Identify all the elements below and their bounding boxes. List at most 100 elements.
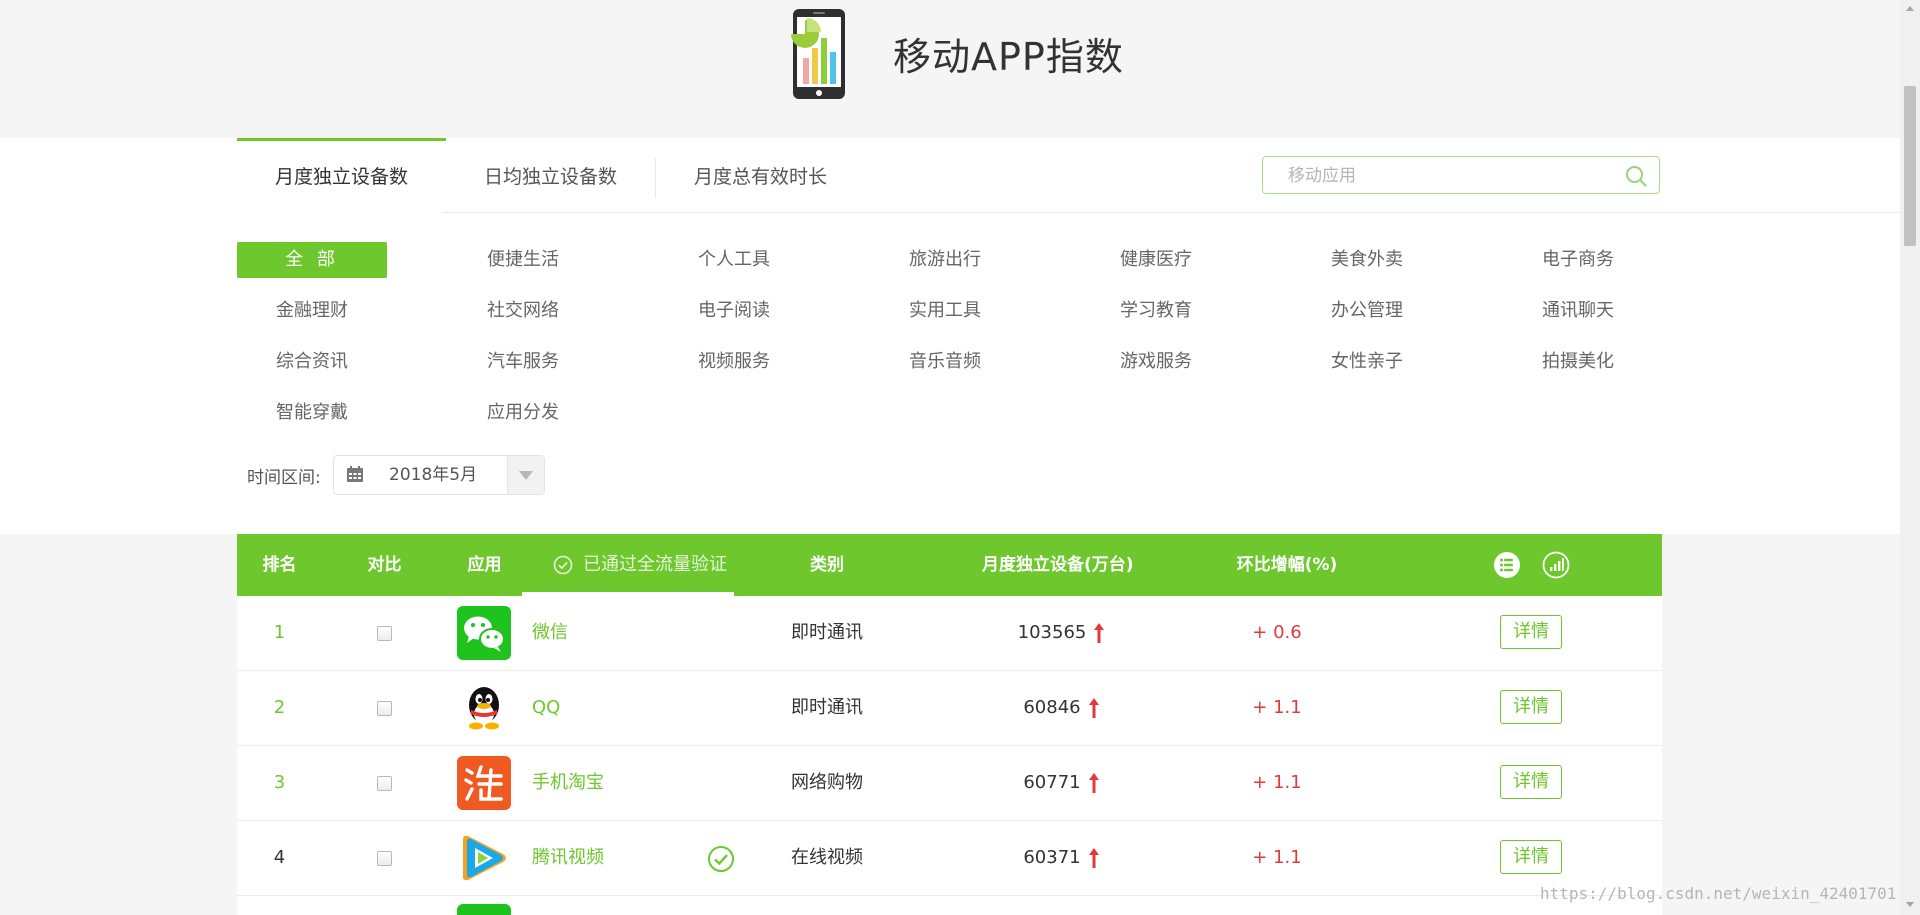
calendar-icon xyxy=(347,466,363,482)
compare-checkbox[interactable] xyxy=(377,851,392,866)
rank-value: 2 xyxy=(273,697,286,718)
tab-monthly-devices[interactable]: 月度独立设备数 xyxy=(237,138,447,215)
category-item[interactable]: 电子阅读 xyxy=(659,293,809,329)
app-name-link[interactable]: 手机淘宝 xyxy=(532,746,604,820)
page: 移动APP指数 月度独立设备数 日均独立设备数 月度总有效时长 全 部 便捷生活… xyxy=(0,0,1920,915)
change-value: + 0.6 xyxy=(1252,622,1302,643)
table-header: 排名 对比 应用 已通过全流量验证 类别 月度独立设备(万台) 环比增幅(%) xyxy=(237,534,1662,596)
tab-daily-devices[interactable]: 日均独立设备数 xyxy=(446,138,655,212)
category-item[interactable]: 应用分发 xyxy=(448,395,598,431)
search-input[interactable] xyxy=(1263,157,1630,195)
table-row: 4 腾讯视频 在线视频 60371 + 1.1 详情 xyxy=(237,821,1662,896)
mobile-chart-logo-icon xyxy=(791,9,845,99)
compare-checkbox[interactable] xyxy=(377,626,392,641)
category-value: 在线视频 xyxy=(791,847,863,868)
scroll-down-arrow-icon[interactable] xyxy=(1906,902,1914,907)
header-devices: 月度独立设备(万台) xyxy=(982,555,1134,575)
trend-up-icon xyxy=(1094,623,1104,643)
scroll-thumb[interactable] xyxy=(1904,86,1916,246)
page-scrollbar[interactable] xyxy=(1900,0,1920,915)
category-item[interactable]: 汽车服务 xyxy=(448,344,598,380)
devices-value: 60771 xyxy=(1023,772,1081,793)
category-item[interactable]: 电子商务 xyxy=(1503,242,1653,278)
category-item[interactable]: 金融理财 xyxy=(237,293,387,329)
ranking-table: 排名 对比 应用 已通过全流量验证 类别 月度独立设备(万台) 环比增幅(%) xyxy=(237,534,1662,915)
trend-up-icon xyxy=(1089,848,1099,868)
category-item[interactable]: 旅游出行 xyxy=(870,242,1020,278)
header-compare: 对比 xyxy=(367,555,402,575)
wechat-icon[interactable] xyxy=(457,606,511,660)
app-name-link[interactable]: 微信 xyxy=(532,596,568,670)
chevron-down-icon xyxy=(519,471,533,480)
devices-value: 60846 xyxy=(1023,697,1081,718)
change-value: + 1.1 xyxy=(1252,772,1302,793)
category-item[interactable]: 游戏服务 xyxy=(1081,344,1231,380)
category-item[interactable]: 通讯聊天 xyxy=(1503,293,1653,329)
tabs-divider-line xyxy=(442,212,1900,213)
category-item[interactable]: 便捷生活 xyxy=(448,242,598,278)
table-row: 1 微信 即时通讯 103565 + 0.6 详情 xyxy=(237,596,1662,671)
category-item[interactable]: 社交网络 xyxy=(448,293,598,329)
detail-button[interactable]: 详情 xyxy=(1500,615,1562,649)
time-range-label: 时间区间: xyxy=(247,468,321,488)
category-item[interactable]: 美食外卖 xyxy=(1292,242,1442,278)
category-item[interactable]: 综合资讯 xyxy=(237,344,387,380)
month-picker[interactable]: 2018年5月 xyxy=(333,455,545,495)
header: 移动APP指数 xyxy=(0,0,1900,138)
detail-button[interactable]: 详情 xyxy=(1500,840,1562,874)
rank-value: 1 xyxy=(273,622,286,643)
month-dropdown-toggle[interactable] xyxy=(507,456,544,494)
rank-value: 4 xyxy=(273,847,286,868)
tencent-video-icon[interactable] xyxy=(457,831,511,885)
compare-checkbox[interactable] xyxy=(377,701,392,716)
category-value: 即时通讯 xyxy=(791,697,863,718)
category-item[interactable]: 学习教育 xyxy=(1081,293,1231,329)
header-verified[interactable]: 已通过全流量验证 xyxy=(583,534,733,596)
taobao-icon[interactable] xyxy=(457,756,511,810)
trend-up-icon xyxy=(1089,773,1099,793)
month-value: 2018年5月 xyxy=(389,465,478,485)
change-value: + 1.1 xyxy=(1252,697,1302,718)
change-value: + 1.1 xyxy=(1252,847,1302,868)
app-name-link[interactable]: 腾讯视频 xyxy=(532,821,604,895)
chart-view-icon[interactable] xyxy=(1542,551,1570,579)
category-item[interactable]: 音乐音频 xyxy=(870,344,1020,380)
site-title: 移动APP指数 xyxy=(893,35,1124,79)
trend-up-icon xyxy=(1089,698,1099,718)
detail-button[interactable]: 详情 xyxy=(1500,765,1562,799)
verified-check-icon xyxy=(708,846,734,872)
table-row xyxy=(237,896,1662,915)
watermark: https://blog.csdn.net/weixin_42401701 xyxy=(1540,884,1897,903)
table-row: 2 QQ 即时通讯 60846 + 1.1 详情 xyxy=(237,671,1662,746)
category-item[interactable]: 办公管理 xyxy=(1292,293,1442,329)
scroll-up-arrow-icon[interactable] xyxy=(1906,6,1914,11)
qq-penguin-icon[interactable] xyxy=(457,681,511,735)
category-all[interactable]: 全 部 xyxy=(237,242,387,278)
devices-value: 60371 xyxy=(1023,847,1081,868)
category-item[interactable]: 实用工具 xyxy=(870,293,1020,329)
header-rank: 排名 xyxy=(262,555,297,575)
metric-tabs: 月度独立设备数 日均独立设备数 月度总有效时长 xyxy=(237,138,865,212)
header-category: 类别 xyxy=(810,555,844,575)
header-change: 环比增幅(%) xyxy=(1236,555,1338,575)
app-icon-partial xyxy=(457,904,511,915)
search-box xyxy=(1262,156,1660,195)
category-item[interactable]: 视频服务 xyxy=(659,344,809,380)
search-icon[interactable] xyxy=(1625,165,1647,187)
list-view-icon[interactable] xyxy=(1493,551,1521,579)
tab-monthly-duration[interactable]: 月度总有效时长 xyxy=(656,138,865,212)
table-row: 3 手机淘宝 网络购物 60771 + 1.1 详情 xyxy=(237,746,1662,821)
category-item[interactable]: 健康医疗 xyxy=(1081,242,1231,278)
compare-checkbox[interactable] xyxy=(377,776,392,791)
filter-panel: 月度独立设备数 日均独立设备数 月度总有效时长 全 部 便捷生活 个人工具 旅游… xyxy=(0,138,1900,534)
category-value: 网络购物 xyxy=(791,772,863,793)
app-name-link[interactable]: QQ xyxy=(532,671,560,745)
detail-button[interactable]: 详情 xyxy=(1500,690,1562,724)
category-item[interactable]: 个人工具 xyxy=(659,242,809,278)
category-item[interactable]: 女性亲子 xyxy=(1292,344,1442,380)
category-item[interactable]: 智能穿戴 xyxy=(237,395,387,431)
rank-value: 3 xyxy=(273,772,286,793)
header-app: 应用 xyxy=(467,555,502,575)
category-value: 即时通讯 xyxy=(791,622,863,643)
category-item[interactable]: 拍摄美化 xyxy=(1503,344,1653,380)
